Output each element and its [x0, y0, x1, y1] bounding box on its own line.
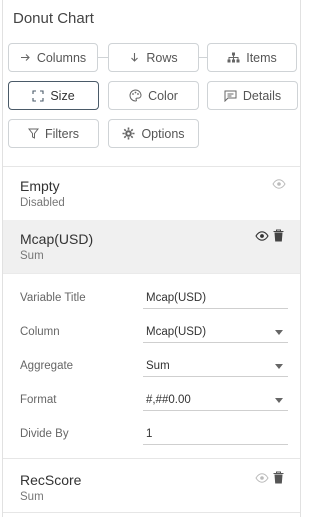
palette-icon — [129, 89, 142, 102]
tab-size-label: Size — [50, 88, 75, 103]
selected-measure-name: Mcap(USD) — [20, 231, 94, 247]
donut-chart-panel: Donut Chart Columns Rows Items Size Colo… — [2, 0, 301, 517]
tab-rows[interactable]: Rows — [108, 43, 199, 72]
format-select-value: #,##0.00 — [146, 394, 191, 406]
arrow-down-icon — [129, 52, 140, 63]
tab-columns-label: Columns — [36, 50, 87, 65]
eye-icon[interactable] — [272, 179, 286, 189]
empty-section-status: Disabled — [20, 197, 65, 209]
tab-filters-label: Filters — [44, 126, 80, 141]
tab-filters[interactable]: Filters — [8, 119, 99, 148]
eye-icon[interactable] — [255, 473, 269, 483]
divider — [3, 273, 300, 274]
tab-items-label: Items — [246, 50, 277, 65]
chevron-down-icon — [275, 398, 283, 403]
arrow-right-icon — [20, 52, 31, 63]
divider — [3, 458, 300, 459]
divider — [3, 166, 300, 167]
tab-color-label: Color — [148, 88, 178, 103]
chevron-down-icon — [275, 330, 283, 335]
format-select[interactable]: #,##0.00 — [143, 389, 288, 411]
column-select[interactable]: Mcap(USD) — [143, 321, 288, 343]
eye-icon[interactable] — [255, 231, 269, 241]
panel-title: Donut Chart — [13, 10, 94, 27]
recscore-name: RecScore — [20, 472, 82, 488]
column-label: Column — [20, 326, 60, 338]
tab-details-label: Details — [242, 88, 282, 103]
column-select-value: Mcap(USD) — [146, 326, 207, 338]
tab-items[interactable]: Items — [207, 43, 297, 72]
tab-options-label: Options — [141, 126, 185, 141]
empty-section-name: Empty — [20, 178, 60, 194]
hierarchy-icon — [227, 52, 240, 63]
recscore-aggregate: Sum — [20, 491, 44, 503]
comment-icon — [224, 90, 237, 102]
filter-icon — [27, 128, 39, 139]
aggregate-select[interactable]: Sum — [143, 355, 288, 377]
chevron-down-icon — [275, 364, 283, 369]
trash-icon[interactable] — [273, 229, 284, 242]
divider — [3, 512, 300, 513]
tab-size[interactable]: Size — [8, 81, 99, 110]
selected-measure-aggregate: Sum — [20, 250, 44, 262]
aggregate-label: Aggregate — [20, 360, 74, 372]
variable-title-label: Variable Title — [20, 292, 86, 304]
gear-icon — [122, 127, 135, 140]
aggregate-select-value: Sum — [146, 360, 170, 372]
format-label: Format — [20, 394, 57, 406]
divide-by-label: Divide By — [20, 428, 69, 440]
tab-columns[interactable]: Columns — [8, 43, 98, 72]
tab-details[interactable]: Details — [207, 81, 298, 110]
trash-icon[interactable] — [273, 471, 284, 484]
size-icon — [32, 89, 44, 102]
tab-color[interactable]: Color — [108, 81, 199, 110]
variable-title-input[interactable]: Mcap(USD) — [143, 287, 288, 309]
tab-options[interactable]: Options — [108, 119, 199, 148]
tab-rows-label: Rows — [146, 50, 178, 65]
divide-by-input[interactable]: 1 — [143, 423, 288, 445]
